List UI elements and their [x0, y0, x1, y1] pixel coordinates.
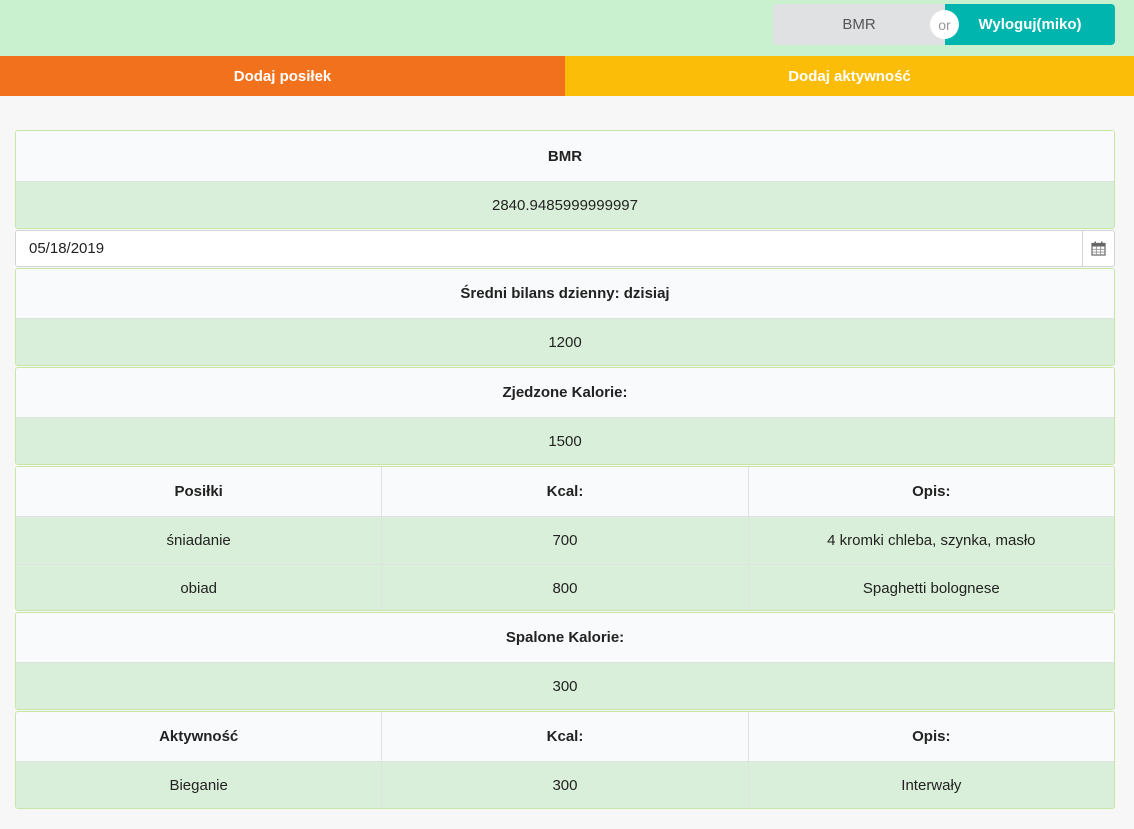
burned-value: 300 — [552, 678, 578, 695]
meal-kcal: 700 — [381, 517, 747, 564]
add-meal-button[interactable]: Dodaj posiłek — [0, 56, 565, 96]
balance-value-row: 1200 — [16, 318, 1114, 365]
eaten-title: Zjedzone Kalorie: — [502, 384, 628, 401]
add-activity-button[interactable]: Dodaj aktywność — [565, 56, 1134, 96]
activities-header-row: Aktywność Kcal: Opis: — [16, 712, 1114, 761]
eaten-header-row: Zjedzone Kalorie: — [16, 368, 1114, 417]
calendar-icon[interactable] — [1082, 231, 1114, 266]
burned-title: Spalone Kalorie: — [505, 629, 625, 646]
bmr-value-row: 2840.9485999999997 — [16, 181, 1114, 228]
table-row: Bieganie 300 Interwały — [16, 761, 1114, 808]
account-button-group: BMR or Wyloguj(miko) — [773, 4, 1115, 45]
eaten-value-row: 1500 — [16, 417, 1114, 464]
action-tabs: Dodaj posiłek Dodaj aktywność — [0, 56, 1134, 96]
balance-value: 1200 — [548, 334, 582, 351]
eaten-panel: Zjedzone Kalorie: 1500 — [15, 367, 1115, 465]
meal-name: obiad — [180, 579, 218, 597]
activities-column-header: Opis: — [747, 712, 1114, 761]
table-row: śniadanie 700 4 kromki chleba, szynka, m… — [16, 516, 1114, 564]
burned-header-row: Spalone Kalorie: — [16, 613, 1114, 662]
activities-table: Aktywność Kcal: Opis: Bieganie 300 Inter… — [15, 711, 1115, 809]
meals-column-header: Opis: — [747, 467, 1114, 516]
top-bar: BMR or Wyloguj(miko) — [0, 0, 1134, 56]
activities-column-header: Kcal: — [381, 712, 747, 761]
or-divider: or — [930, 10, 959, 39]
burned-value-row: 300 — [16, 662, 1114, 709]
bmr-title: BMR — [547, 147, 583, 165]
activity-name: Bieganie — [169, 777, 228, 794]
meal-kcal: 800 — [381, 565, 747, 610]
balance-title: Średni bilans dzienny: dzisiaj — [460, 285, 670, 302]
bmr-value: 2840.9485999999997 — [492, 197, 638, 214]
meal-name: śniadanie — [166, 532, 231, 549]
table-row: obiad 800 Spaghetti bolognese — [16, 564, 1114, 610]
bmr-header-row: BMR — [16, 131, 1114, 181]
burned-panel: Spalone Kalorie: 300 — [15, 612, 1115, 710]
activity-description: Interwały — [747, 762, 1114, 808]
date-input[interactable] — [16, 231, 1082, 266]
meals-column-header: Kcal: — [381, 467, 747, 516]
meal-description: Spaghetti bolognese — [747, 565, 1114, 610]
meals-header-row: Posiłki Kcal: Opis: — [16, 467, 1114, 516]
bmr-button[interactable]: BMR — [773, 4, 945, 45]
meal-description: 4 kromki chleba, szynka, masło — [747, 517, 1114, 564]
balance-header-row: Średni bilans dzienny: dzisiaj — [16, 269, 1114, 318]
bmr-panel: BMR 2840.9485999999997 — [15, 130, 1115, 229]
activity-kcal: 300 — [381, 762, 747, 808]
eaten-value: 1500 — [548, 433, 582, 450]
meals-table: Posiłki Kcal: Opis: śniadanie 700 4 krom… — [15, 466, 1115, 611]
date-picker — [15, 230, 1115, 267]
meals-column-header: Posiłki — [174, 483, 223, 500]
balance-panel: Średni bilans dzienny: dzisiaj 1200 — [15, 268, 1115, 366]
activities-column-header: Aktywność — [159, 728, 239, 745]
logout-button[interactable]: Wyloguj(miko) — [945, 4, 1115, 45]
